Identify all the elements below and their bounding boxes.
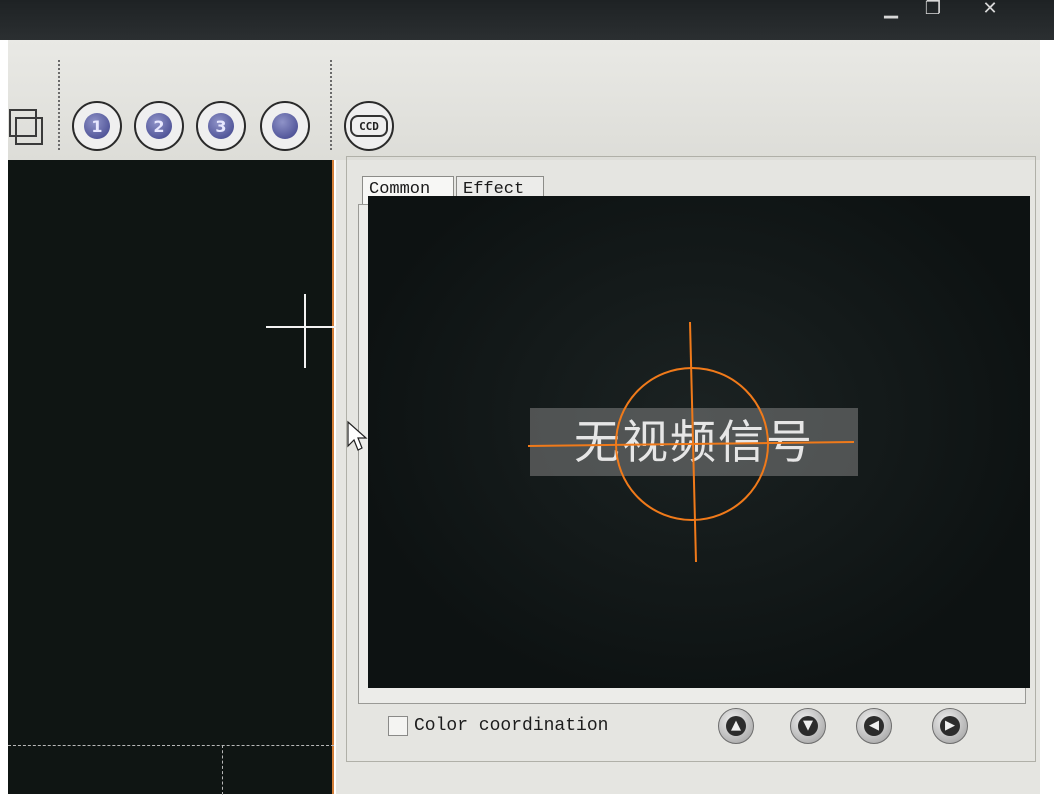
move-left-button[interactable]: ◀	[856, 708, 892, 744]
boundary-line	[222, 745, 223, 795]
crosshair-icon	[266, 326, 336, 328]
arrow-down-icon: ▼	[798, 716, 818, 736]
toolbar-separator	[58, 60, 60, 150]
preset-1-label: 1	[84, 113, 110, 139]
layers-icon[interactable]	[8, 106, 48, 156]
ccd-button[interactable]: CCD	[344, 101, 394, 151]
close-button[interactable]: ✕	[970, 0, 1010, 20]
boundary-line	[8, 745, 334, 746]
video-preview: 无视频信号	[368, 196, 1030, 688]
preset-3-button[interactable]: 3	[196, 101, 246, 151]
color-coordination-label: Color coordination	[414, 716, 609, 736]
toolbar-separator	[330, 60, 332, 150]
work-area-view[interactable]	[8, 160, 336, 795]
crosshair-icon	[304, 294, 306, 368]
target-crosshair-icon	[527, 321, 855, 563]
preset-2-button[interactable]: 2	[134, 101, 184, 151]
mouse-cursor-icon	[347, 420, 368, 451]
arrow-left-icon: ◀	[864, 716, 884, 736]
preset-3-label: 3	[208, 113, 234, 139]
move-right-button[interactable]: ▶	[932, 708, 968, 744]
restore-button[interactable]: ❐	[918, 0, 948, 20]
preset-2-label: 2	[146, 113, 172, 139]
round-preset-icon	[272, 113, 298, 139]
ccd-label: CCD	[350, 115, 388, 137]
arrow-right-icon: ▶	[940, 716, 960, 736]
minimize-button[interactable]: ▁	[878, 0, 904, 20]
preset-1-button[interactable]: 1	[72, 101, 122, 151]
move-up-button[interactable]: ▲	[718, 708, 754, 744]
move-down-button[interactable]: ▼	[790, 708, 826, 744]
arrow-up-icon: ▲	[726, 716, 746, 736]
color-coordination-checkbox[interactable]	[388, 716, 408, 736]
round-preset-button[interactable]	[260, 101, 310, 151]
